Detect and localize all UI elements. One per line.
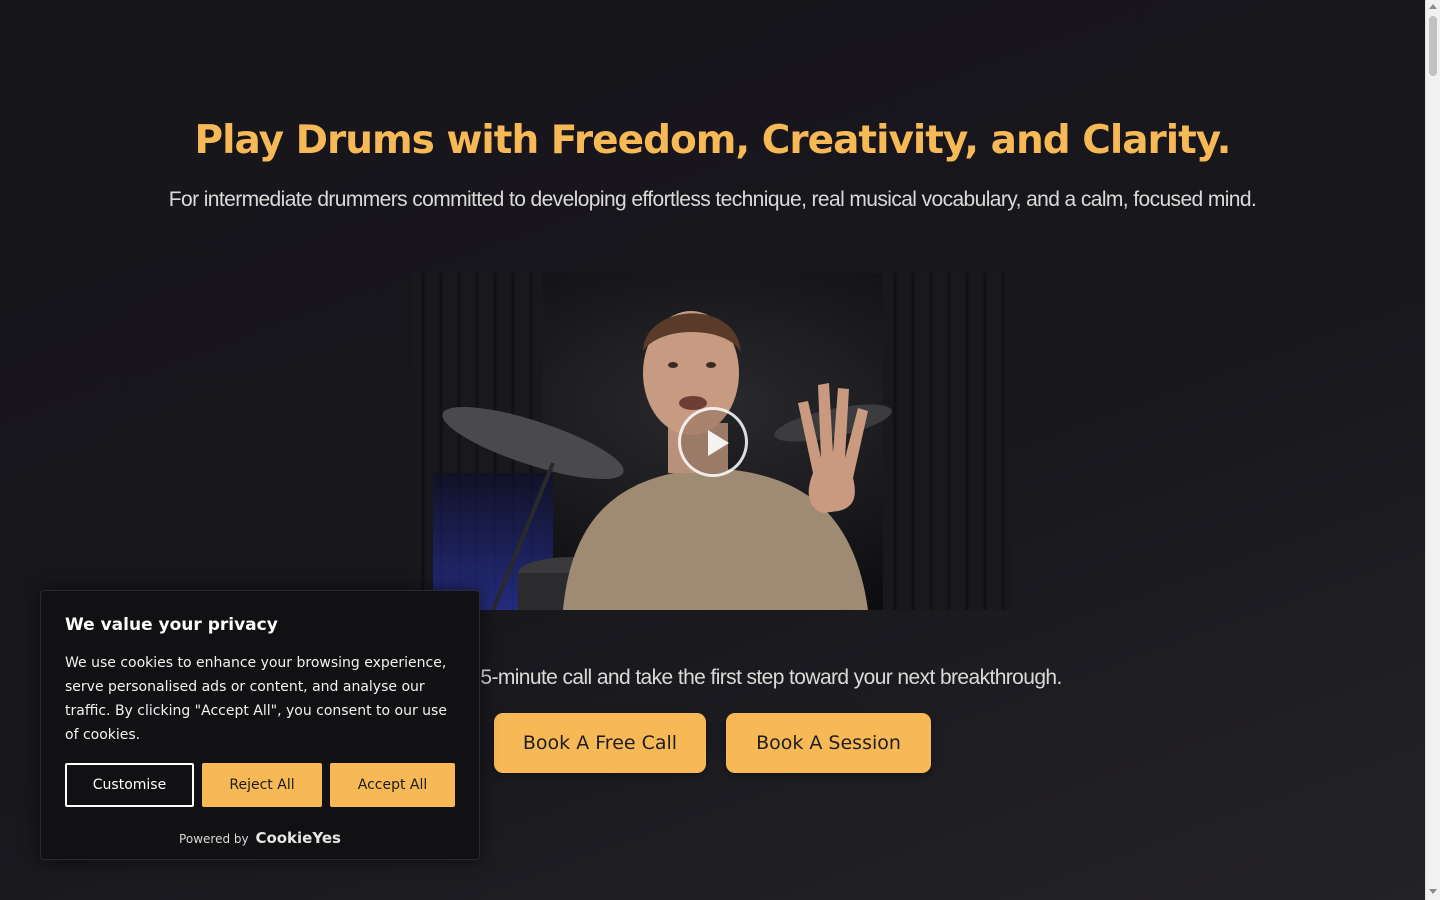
scroll-down-arrow-icon[interactable] — [1429, 889, 1437, 894]
scroll-up-arrow-icon[interactable] — [1429, 4, 1437, 9]
cookie-description: We use cookies to enhance your browsing … — [65, 655, 447, 743]
scroll-thumb[interactable] — [1429, 16, 1437, 76]
intro-video[interactable] — [413, 273, 1013, 610]
powered-by: Powered by CookieYes — [41, 829, 479, 847]
play-button[interactable] — [678, 407, 748, 477]
hero-subtitle: For intermediate drummers committed to d… — [168, 188, 1257, 211]
play-icon — [708, 430, 729, 456]
page-scrollbar[interactable] — [1425, 0, 1440, 900]
book-session-button[interactable]: Book A Session — [726, 713, 931, 773]
cookieyes-logo[interactable]: CookieYes — [255, 829, 341, 847]
hero-title: Play Drums with Freedom, Creativity, and… — [194, 118, 1232, 163]
cookie-title: We value your privacy — [65, 615, 278, 635]
powered-by-label: Powered by — [179, 832, 249, 846]
cookie-actions: Customise Reject All Accept All — [65, 763, 455, 807]
accept-all-button[interactable]: Accept All — [330, 763, 455, 807]
customise-button[interactable]: Customise — [65, 763, 194, 807]
cookie-consent-banner: We value your privacy We use cookies to … — [40, 590, 480, 860]
book-free-call-button[interactable]: Book A Free Call — [494, 713, 706, 773]
reject-all-button[interactable]: Reject All — [202, 763, 322, 807]
cta-buttons: Book A Free Call Book A Session — [494, 713, 931, 773]
